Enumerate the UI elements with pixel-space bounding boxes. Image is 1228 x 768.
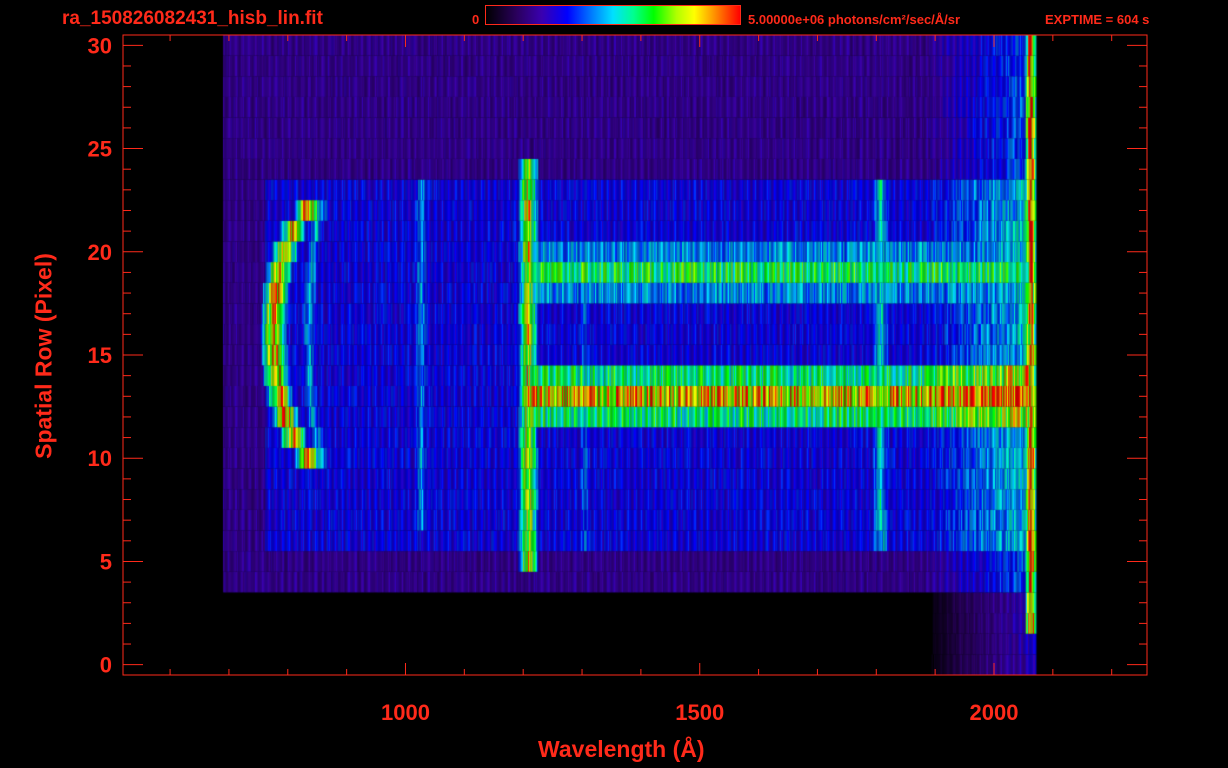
plot-frame <box>122 34 1148 676</box>
y-axis-label: Spatial Row (Pixel) <box>30 253 57 459</box>
plot-axes: 1000 1500 2000 0 5 10 15 20 25 30 <box>88 33 1148 725</box>
y-tick-label: 15 <box>88 343 112 368</box>
y-tick-label: 0 <box>100 653 112 678</box>
y-tick-label: 25 <box>88 137 112 162</box>
y-tick-label: 30 <box>88 33 112 58</box>
x-tick-label: 1000 <box>381 700 430 725</box>
y-tick-label: 5 <box>100 549 112 574</box>
x-tick-label: 2000 <box>970 700 1019 725</box>
y-tick-label: 20 <box>88 240 112 265</box>
y-tick-label: 10 <box>88 446 112 471</box>
x-axis-label: Wavelength (Å) <box>538 736 705 762</box>
x-tick-label: 1500 <box>675 700 724 725</box>
